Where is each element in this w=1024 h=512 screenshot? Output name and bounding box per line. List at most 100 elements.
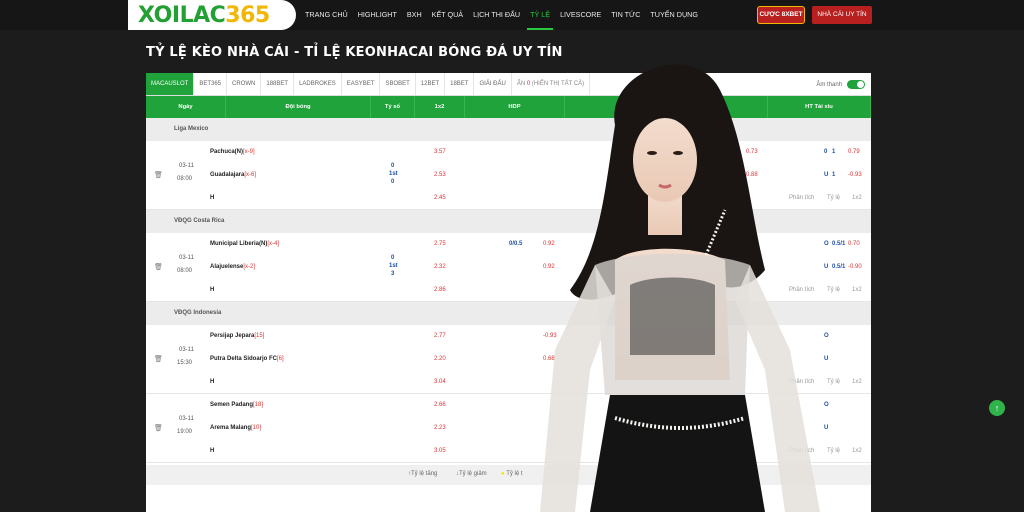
team-rank: [18] <box>253 402 264 408</box>
nav-item-odds[interactable]: TỶ LỆ <box>525 0 555 30</box>
ht-under-odd-text: -0.93 <box>848 172 862 178</box>
match-time: 08:00 <box>177 268 192 274</box>
legend-up: ↑Tỷ lệ tăng <box>408 471 438 477</box>
match-time: 08:00 <box>177 176 192 182</box>
match-date-text: 03-11 <box>179 347 194 353</box>
odd-away: 2.23 <box>434 425 446 431</box>
tab-leagues[interactable]: GIẢI ĐẤU <box>474 73 512 95</box>
odd-draw: 3.04 <box>434 379 446 385</box>
ht-over-odd: 0.79 <box>848 149 860 155</box>
tab-188bet[interactable]: 188BET <box>261 73 295 95</box>
ht-under-odd: -0.93 <box>848 172 862 178</box>
arrow-up-icon[interactable]: ↑ <box>989 400 1005 416</box>
away-team-text: Putra Delta Sidoarjo FC <box>210 356 278 362</box>
home-team-text: Semen Padang <box>210 402 254 408</box>
ht-under-odd: -0.90 <box>848 264 862 270</box>
away-team: Alajuelense[x-2] <box>210 264 255 270</box>
odd-home-text: 3.57 <box>434 149 446 155</box>
tab-18bet[interactable]: 18BET <box>445 73 475 95</box>
nav-item-schedule[interactable]: LỊCH THI ĐẤU <box>468 0 525 30</box>
ht-over-odd-text: 0.70 <box>848 241 860 247</box>
home-team: Pachuca(N)[x-9] <box>210 149 255 155</box>
nav-item-news[interactable]: TIN TỨC <box>606 0 645 30</box>
match-date: 03-11 <box>179 347 194 353</box>
score-home: 0 <box>391 163 394 169</box>
odd-home-text: 2.75 <box>434 241 446 247</box>
tab-easybet[interactable]: EASYBET <box>342 73 381 95</box>
odd-draw: 3.05 <box>434 448 446 454</box>
team-rank: [15] <box>254 333 265 339</box>
odd-away-text: 2.32 <box>434 264 446 270</box>
trash-icon[interactable]: 🗑 <box>154 263 163 271</box>
draw-label: H <box>210 379 215 385</box>
top-navbar: XOILAC 365 TRANG CHỦ HIGHLIGHT BXH KẾT QU… <box>0 0 1024 30</box>
score-period: 1st <box>389 263 398 269</box>
odd-draw-text: 3.05 <box>434 448 446 454</box>
match-date-text: 03-11 <box>179 255 194 261</box>
tab-bet365[interactable]: BET365 <box>194 73 228 95</box>
odd-home: 2.66 <box>434 402 446 408</box>
site-logo[interactable]: XOILAC 365 <box>128 0 296 30</box>
tab-ladbrokes[interactable]: LADBROKES <box>294 73 342 95</box>
match-time: 19:00 <box>177 429 192 435</box>
odd-draw: 2.45 <box>434 195 446 201</box>
draw-label: H <box>210 195 215 201</box>
odd-home: 2.77 <box>434 333 446 339</box>
main-nav: TRANG CHỦ HIGHLIGHT BXH KẾT QUẢ LỊCH THI… <box>300 0 703 30</box>
sound-toggle[interactable] <box>847 80 865 89</box>
team-rank: [x-6] <box>244 172 257 178</box>
1x2-link[interactable]: 1x2 <box>852 195 862 201</box>
page-title: TỶ LỆ KÈO NHÀ CÁI - TỈ LỆ KEONHACAI BÓNG… <box>146 45 563 60</box>
tab-crown[interactable]: CROWN <box>227 73 262 95</box>
odd-home-text: 2.77 <box>434 333 446 339</box>
match-time-text: 08:00 <box>177 268 193 274</box>
ht-under-odd-text: -0.90 <box>848 264 862 270</box>
bet-button[interactable]: CƯỢC 8XBET <box>757 6 805 24</box>
1x2-link[interactable]: 1x2 <box>852 448 862 454</box>
odd-home-text: 2.66 <box>434 402 446 408</box>
home-team: Municipal Liberia(N)[x-4] <box>210 241 279 247</box>
logo-text-part1: XOILAC <box>138 2 226 28</box>
legend-down: ↓Tỷ lệ giảm <box>456 471 487 477</box>
away-team: Arema Malang[10] <box>210 425 261 431</box>
logo-text-part2: 365 <box>225 2 270 28</box>
odd-away: 2.32 <box>434 264 446 270</box>
home-team: Semen Padang[18] <box>210 402 263 408</box>
col-team: Đội bóng <box>226 96 371 118</box>
nav-item-livescore[interactable]: LIVESCORE <box>555 0 606 30</box>
score-away-text: 0 <box>391 179 395 185</box>
odd-away: 2.53 <box>434 172 446 178</box>
match-time-text: 15:30 <box>177 360 193 366</box>
nav-item-highlight[interactable]: HIGHLIGHT <box>353 0 402 30</box>
ht-over-odd: 0.70 <box>848 241 860 247</box>
yellow-dot-icon: ● <box>501 471 505 477</box>
odd-home: 2.75 <box>434 241 446 247</box>
team-rank: [x-9] <box>243 149 255 155</box>
tab-sbobet[interactable]: SBOBET <box>380 73 416 95</box>
score-home-text: 0 <box>391 255 395 261</box>
away-team-text: Guadalajara <box>210 172 245 178</box>
trash-icon[interactable]: 🗑 <box>154 355 163 363</box>
draw-label: H <box>210 287 215 293</box>
bookmaker-button[interactable]: NHÀ CÁI UY TÍN <box>812 6 872 24</box>
tab-macauslot[interactable]: MACAUSLOT <box>146 73 195 95</box>
odd-draw-text: 2.45 <box>434 195 446 201</box>
nav-item-home[interactable]: TRANG CHỦ <box>300 0 353 30</box>
match-date-text: 03-11 <box>179 163 194 169</box>
nav-item-recruitment[interactable]: TUYỂN DỤNG <box>645 0 703 30</box>
score-period: 1st <box>389 171 398 177</box>
1x2-link[interactable]: 1x2 <box>852 287 862 293</box>
tab-12bet[interactable]: 12BET <box>416 73 446 95</box>
nav-item-results[interactable]: KẾT QUẢ <box>427 0 468 30</box>
score-away: 3 <box>391 271 394 277</box>
trash-icon[interactable]: 🗑 <box>154 171 163 179</box>
col-date: Ngày <box>146 96 226 118</box>
away-team-text: Alajuelense <box>210 264 244 270</box>
nav-item-standings[interactable]: BXH <box>402 0 427 30</box>
odd-away-text: 2.53 <box>434 172 446 178</box>
trash-icon[interactable]: 🗑 <box>154 424 163 432</box>
match-time-text: 19:00 <box>177 429 193 435</box>
1x2-link[interactable]: 1x2 <box>852 379 862 385</box>
match-date-text: 03-11 <box>179 416 194 422</box>
odd-away-text: 2.23 <box>434 425 446 431</box>
